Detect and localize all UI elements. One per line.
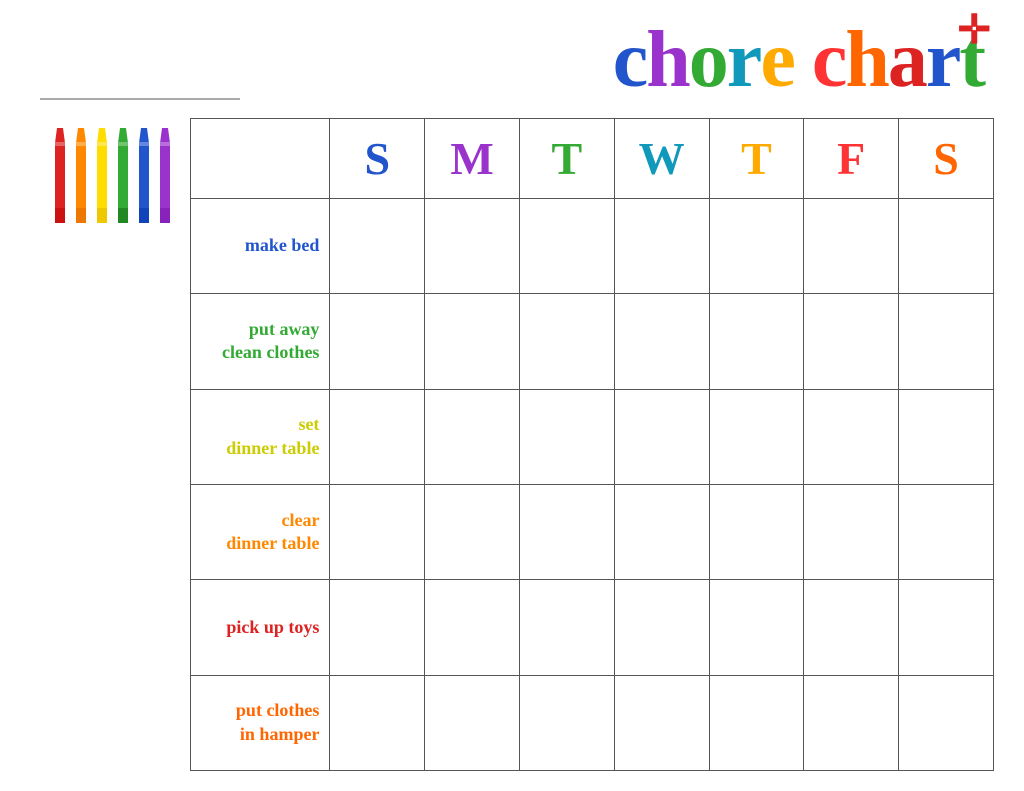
cell-makebed-mon[interactable] (425, 199, 520, 294)
cell-cleartable-thu[interactable] (709, 484, 804, 579)
page-title: c h o r e c h a r t✛ (613, 20, 984, 100)
header: c h o r e c h a r t✛ (30, 20, 994, 100)
cell-clothes-fri[interactable] (804, 294, 899, 389)
cell-cleartable-sat[interactable] (899, 484, 994, 579)
cell-settable-mon[interactable] (425, 389, 520, 484)
table-row: cleardinner table (191, 484, 994, 579)
table-row: put awayclean clothes (191, 294, 994, 389)
header-wednesday: W (614, 119, 709, 199)
cell-makebed-fri[interactable] (804, 199, 899, 294)
chore-label-clear-table: cleardinner table (191, 484, 330, 579)
cell-clothes-wed[interactable] (614, 294, 709, 389)
cell-settable-wed[interactable] (614, 389, 709, 484)
table-row: make bed (191, 199, 994, 294)
cell-makebed-wed[interactable] (614, 199, 709, 294)
table-row: pick up toys (191, 580, 994, 675)
day-header-row: S M T W T F S (191, 119, 994, 199)
cell-toys-mon[interactable] (425, 580, 520, 675)
cell-toys-sun[interactable] (330, 580, 425, 675)
header-empty-cell (191, 119, 330, 199)
cell-settable-fri[interactable] (804, 389, 899, 484)
cell-clothes-thu[interactable] (709, 294, 804, 389)
cell-cleartable-sun[interactable] (330, 484, 425, 579)
header-monday: M (425, 119, 520, 199)
cell-hamper-wed[interactable] (614, 675, 709, 770)
cell-toys-tue[interactable] (520, 580, 615, 675)
cell-settable-sun[interactable] (330, 389, 425, 484)
cell-hamper-fri[interactable] (804, 675, 899, 770)
cell-toys-wed[interactable] (614, 580, 709, 675)
cell-clothes-tue[interactable] (520, 294, 615, 389)
cell-hamper-tue[interactable] (520, 675, 615, 770)
name-area (40, 94, 240, 100)
chore-label-set-table: setdinner table (191, 389, 330, 484)
title-word-chart: c h a r t✛ (812, 20, 984, 100)
crayons-svg (40, 123, 180, 233)
table-row: put clothesin hamper (191, 675, 994, 770)
name-underline (40, 98, 240, 100)
cell-toys-thu[interactable] (709, 580, 804, 675)
table-row: setdinner table (191, 389, 994, 484)
header-sunday: S (330, 119, 425, 199)
header-saturday: S (899, 119, 994, 199)
cell-hamper-thu[interactable] (709, 675, 804, 770)
main-content: S M T W T F S make bed (30, 118, 994, 771)
cell-cleartable-fri[interactable] (804, 484, 899, 579)
cell-makebed-sun[interactable] (330, 199, 425, 294)
cell-clothes-sun[interactable] (330, 294, 425, 389)
crayons-image (40, 123, 180, 233)
cell-makebed-thu[interactable] (709, 199, 804, 294)
chore-label-put-away-clothes: put awayclean clothes (191, 294, 330, 389)
cell-cleartable-mon[interactable] (425, 484, 520, 579)
cell-settable-tue[interactable] (520, 389, 615, 484)
cell-clothes-mon[interactable] (425, 294, 520, 389)
cell-toys-sat[interactable] (899, 580, 994, 675)
cell-makebed-sat[interactable] (899, 199, 994, 294)
header-thursday: T (709, 119, 804, 199)
cell-clothes-sat[interactable] (899, 294, 994, 389)
crayons-column (30, 118, 190, 771)
header-friday: F (804, 119, 899, 199)
cell-settable-thu[interactable] (709, 389, 804, 484)
chore-label-hamper: put clothesin hamper (191, 675, 330, 770)
cell-hamper-mon[interactable] (425, 675, 520, 770)
chore-table: S M T W T F S make bed (190, 118, 994, 771)
cell-hamper-sun[interactable] (330, 675, 425, 770)
cell-cleartable-wed[interactable] (614, 484, 709, 579)
cell-cleartable-tue[interactable] (520, 484, 615, 579)
chore-label-pick-up-toys: pick up toys (191, 580, 330, 675)
title-word-chore: c h o r e (613, 20, 794, 100)
header-tuesday: T (520, 119, 615, 199)
cell-makebed-tue[interactable] (520, 199, 615, 294)
chore-label-make-bed: make bed (191, 199, 330, 294)
cell-toys-fri[interactable] (804, 580, 899, 675)
cell-hamper-sat[interactable] (899, 675, 994, 770)
cell-settable-sat[interactable] (899, 389, 994, 484)
